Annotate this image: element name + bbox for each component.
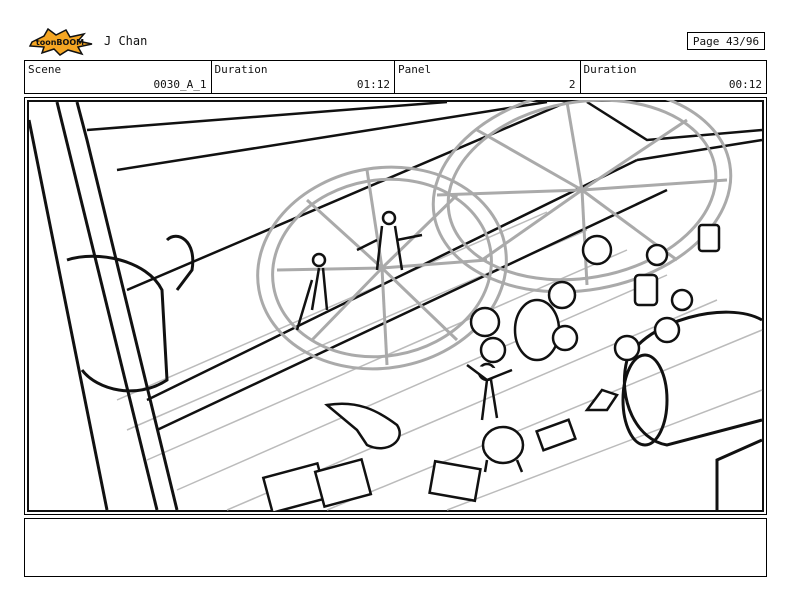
toonboom-logo: toonBOOM — [26, 27, 94, 56]
duration-value: 01:12 — [356, 78, 390, 91]
svg-text:toonBOOM: toonBOOM — [36, 38, 84, 47]
duration-cell: Duration 01:12 — [212, 61, 395, 93]
panel-notes-area — [24, 518, 767, 577]
storyboard-panel — [24, 97, 767, 515]
page-indicator: Page 43/96 — [687, 32, 765, 50]
scene-cell: Scene 0030_A_1 — [25, 61, 212, 93]
panel-duration-cell: Duration 00:12 — [581, 61, 767, 93]
scene-label: Scene — [28, 63, 62, 76]
panel-duration-label: Duration — [583, 63, 637, 76]
author-name: J Chan — [104, 34, 148, 48]
panel-cell: Panel 2 — [395, 61, 581, 93]
panel-info-bar: Scene 0030_A_1 Duration 01:12 Panel 2 Du… — [24, 60, 767, 94]
scene-value: 0030_A_1 — [153, 78, 207, 91]
panel-value: 2 — [568, 78, 576, 91]
panel-duration-value: 00:12 — [728, 78, 762, 91]
duration-label: Duration — [214, 63, 268, 76]
panel-label: Panel — [398, 63, 432, 76]
panel-sketch — [27, 100, 764, 512]
